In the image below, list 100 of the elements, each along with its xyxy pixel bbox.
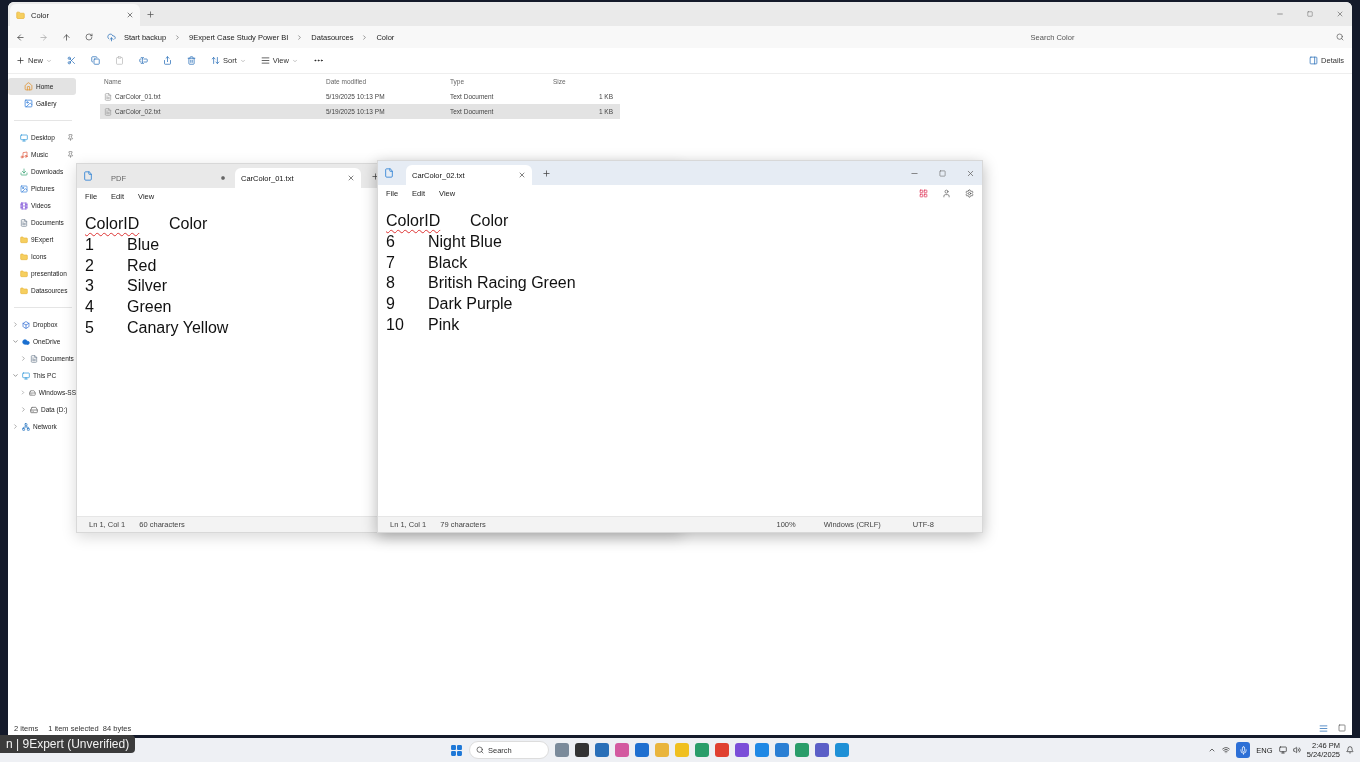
image-icon [20,184,28,193]
new-tab-icon[interactable] [371,171,380,181]
column-heading: Color [470,212,510,231]
folder-icon [20,252,28,261]
close-icon [518,171,526,179]
share-button[interactable] [163,56,172,65]
column-heading: ColorID [386,212,442,231]
color-id: 4 [85,298,95,317]
minimize-icon [1276,10,1284,18]
close-icon [965,168,975,178]
caret-icon [239,57,246,64]
taskbar-app-icon[interactable] [595,743,609,757]
details-view-icon[interactable] [1319,723,1328,733]
taskbar-app-icon[interactable] [615,743,629,757]
folder-icon [20,286,28,295]
bell-icon [1346,746,1354,754]
text-file-icon [104,92,112,101]
notepad-icon [384,168,394,178]
tray-chevron-icon[interactable] [1208,746,1217,754]
maximize-icon [938,169,946,177]
folder-icon [16,10,25,20]
list-icon [260,56,270,65]
close-icon [347,174,355,182]
document-icon [30,354,38,363]
taskbar-app-icon[interactable] [755,743,769,757]
taskbar-app-icon[interactable] [775,743,789,757]
home-icon [24,82,33,91]
plus-icon [16,56,25,65]
rename-button[interactable] [139,56,148,65]
close-icon [1336,10,1344,18]
monitor-icon [22,371,30,380]
unsaved-dot-icon [221,176,225,180]
network-icon [22,422,30,431]
color-id: 8 [386,274,396,293]
back-icon[interactable] [16,32,25,42]
taskbar-app-icon[interactable] [795,743,809,757]
microphone-icon [1238,745,1248,755]
taskbar-app-icon[interactable] [695,743,709,757]
color-name: Green [127,298,172,317]
chevron-right-icon [296,33,304,41]
account-icon[interactable] [942,188,951,198]
taskbar-app-icon[interactable] [575,743,589,757]
volume-icon [1292,746,1301,754]
color-name: Dark Purple [428,295,513,314]
rename-icon [139,56,148,65]
color-name: Black [428,253,468,272]
image-icon [24,99,33,108]
wifi-icon [1222,746,1231,754]
forward-icon[interactable] [39,32,48,42]
taskbar-app-icon[interactable] [815,743,829,757]
caret-icon [46,57,52,64]
trash-icon [187,56,196,65]
drive-icon [28,388,36,397]
sort-icon [211,56,220,65]
start-icon[interactable] [450,743,463,757]
music-icon [20,150,28,159]
cut-button[interactable] [67,56,76,65]
taskbar-app-icon[interactable] [835,743,849,757]
taskbar-app-icon[interactable] [715,743,729,757]
color-name: British Racing Green [428,274,576,293]
taskbar-app-icon[interactable] [735,743,749,757]
search-icon [476,746,484,754]
cloud-upload-icon [107,32,116,42]
close-icon [126,11,134,19]
film-icon [20,201,28,210]
new-tab-icon[interactable] [542,168,551,178]
cloud-icon [22,337,30,346]
settings-icon[interactable] [965,188,974,198]
refresh-icon[interactable] [85,33,93,41]
download-icon [20,167,28,176]
clipboard-icon [115,56,124,65]
color-id: 6 [386,233,396,252]
new-tab-icon[interactable] [146,9,155,19]
delete-button[interactable] [187,56,196,65]
color-id: 3 [85,277,95,296]
color-id: 7 [386,253,396,272]
taskbar-app-icon[interactable] [635,743,649,757]
monitor-icon [20,133,28,142]
folder-icon [20,235,28,244]
color-name: Pink [428,315,460,334]
copy-icon [91,56,100,65]
taskbar-app-icon[interactable] [555,743,569,757]
tiles-view-icon[interactable] [1338,724,1346,732]
search-icon [1336,33,1344,41]
copy-button[interactable] [91,56,100,65]
chevron-right-icon [361,33,369,41]
up-icon[interactable] [62,32,71,42]
panel-icon [1309,56,1319,65]
monitor-icon [1278,746,1287,754]
color-id: 5 [85,318,95,337]
microphone-button[interactable] [1236,742,1251,758]
folder-icon [20,269,28,278]
chevron-right-icon [174,33,182,41]
color-name: Canary Yellow [127,318,229,337]
color-name: Blue [127,236,160,255]
text-file-icon [104,107,112,116]
color-name: Red [127,256,157,275]
color-id: 1 [85,236,95,255]
box-icon [22,320,30,329]
document-icon [20,218,28,227]
